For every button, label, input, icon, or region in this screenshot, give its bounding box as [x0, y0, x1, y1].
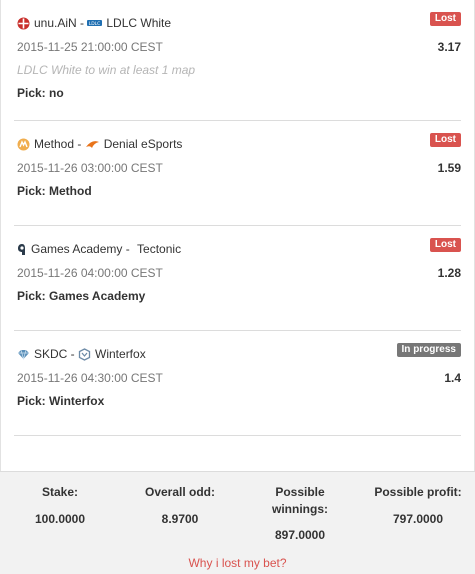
bet-item: Method - Denial eSports 2015-11-26 03:00…	[14, 121, 461, 226]
status-badge: Lost	[429, 238, 461, 252]
possible-profit-value: 797.0000	[392, 512, 444, 526]
winterfox-logo-icon	[78, 347, 91, 361]
match-date: 2015-11-26 03:00:00 CEST	[17, 161, 163, 175]
overall-odd-label: Overall odd:	[144, 485, 215, 499]
match-separator: -	[76, 16, 88, 30]
bet-item: Games Academy - Tectonic 2015-11-26 04:0…	[14, 226, 461, 331]
bet-pick: Pick: no	[17, 86, 64, 100]
team1-name: SKDC	[34, 347, 68, 361]
ldlc-logo-icon: LDLC	[87, 17, 103, 30]
bet-odd: 1.59	[437, 161, 461, 175]
status-badge: Lost	[429, 133, 461, 147]
team2-name: Denial eSports	[103, 137, 183, 151]
status-badge: Lost	[429, 12, 461, 26]
possible-profit-column: Possible profit: 797.0000	[368, 484, 468, 526]
bet-item: SKDC - Winterfox 2015-11-26 04:30:00 CES…	[14, 331, 461, 436]
method-logo-icon	[17, 138, 30, 151]
overall-odd-value: 8.9700	[161, 512, 199, 526]
match-date: 2015-11-25 21:00:00 CEST	[17, 40, 163, 54]
bet-pick: Pick: Winterfox	[17, 394, 105, 408]
bet-pick: Pick: Method	[17, 184, 92, 198]
team1-name: Method	[34, 137, 75, 151]
possible-winnings-value: 897.0000	[274, 528, 326, 542]
skdc-logo-icon	[17, 348, 30, 361]
match-separator: -	[122, 242, 134, 256]
possible-winnings-label: Possible winnings:	[272, 485, 328, 516]
match-date: 2015-11-26 04:30:00 CEST	[17, 371, 163, 385]
bet-list: unu.AiN - LDLC LDLC White 2015-11-25 21:…	[0, 0, 475, 436]
stake-value: 100.0000	[34, 512, 86, 526]
match-date: 2015-11-26 04:00:00 CEST	[17, 266, 163, 280]
bet-condition-note: LDLC White to win at least 1 map	[17, 63, 196, 77]
svg-text:LDLC: LDLC	[89, 21, 101, 27]
match-title: unu.AiN - LDLC LDLC White	[17, 16, 171, 30]
status-badge: In progress	[396, 343, 461, 357]
team2-name: LDLC White	[106, 16, 172, 30]
match-separator: -	[74, 137, 85, 151]
overall-odd-column: Overall odd: 8.9700	[138, 484, 222, 526]
stake-column: Stake: 100.0000	[20, 484, 100, 526]
bet-odd: 1.28	[437, 266, 461, 280]
team1-name: unu.AiN	[34, 16, 77, 30]
match-title: SKDC - Winterfox	[17, 347, 146, 361]
team2-name: Tectonic	[137, 242, 182, 256]
games-academy-logo-icon	[17, 243, 27, 256]
match-title: Games Academy - Tectonic	[17, 242, 181, 256]
match-title: Method - Denial eSports	[17, 137, 182, 151]
bet-summary: Stake: 100.0000 Overall odd: 8.9700 Poss…	[0, 471, 475, 574]
possible-winnings-column: Possible winnings: 897.0000	[258, 484, 342, 542]
denial-logo-icon	[85, 138, 100, 151]
match-separator: -	[67, 347, 79, 361]
team2-name: Winterfox	[95, 347, 146, 361]
why-lost-link[interactable]: Why i lost my bet?	[0, 556, 475, 570]
team1-name: Games Academy	[31, 242, 123, 256]
bet-pick: Pick: Games Academy	[17, 289, 146, 303]
unuain-logo-icon	[17, 17, 30, 30]
bet-odd: 1.4	[444, 371, 461, 385]
possible-profit-label: Possible profit:	[374, 485, 462, 499]
bet-odd: 3.17	[437, 40, 461, 54]
bet-item: unu.AiN - LDLC LDLC White 2015-11-25 21:…	[14, 0, 461, 121]
stake-label: Stake:	[41, 485, 79, 499]
